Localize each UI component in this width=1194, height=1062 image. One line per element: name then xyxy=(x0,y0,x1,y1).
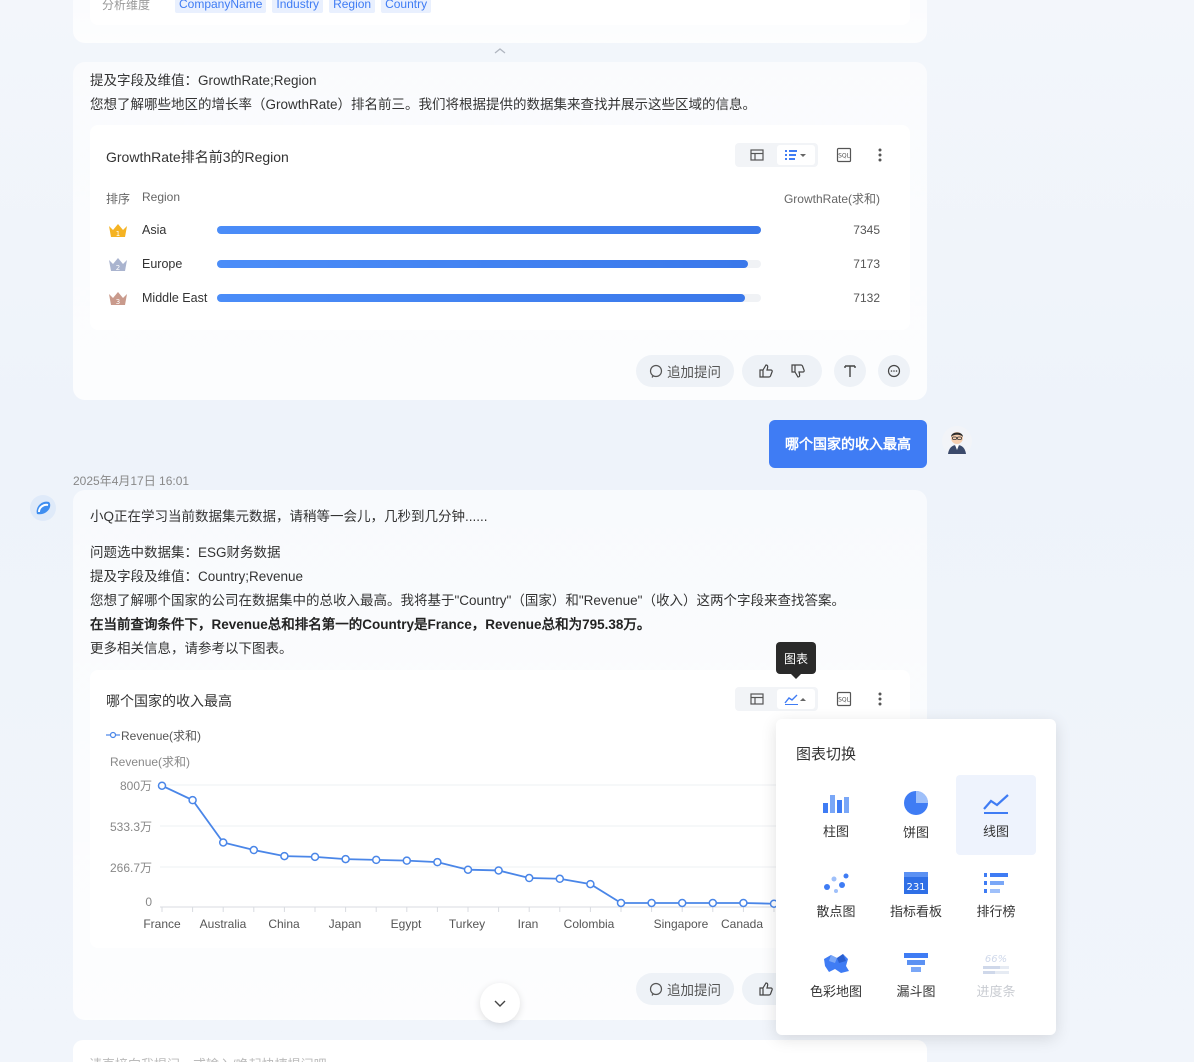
progress-icon: 66% xyxy=(983,954,1009,974)
data-point[interactable] xyxy=(616,898,626,908)
data-point[interactable] xyxy=(677,898,687,908)
data-point[interactable] xyxy=(188,795,197,805)
data-point[interactable] xyxy=(739,898,748,908)
data-point[interactable] xyxy=(586,879,595,889)
option-label: 线图 xyxy=(982,823,1009,839)
metric-board-icon: 231 xyxy=(904,871,928,894)
data-point[interactable] xyxy=(310,852,320,862)
data-point[interactable] xyxy=(555,874,565,884)
x-tick: China xyxy=(268,917,300,931)
bar-chart-option[interactable]: 柱图 xyxy=(796,775,876,855)
x-tick: Singapore xyxy=(653,917,709,931)
option-label: 色彩地图 xyxy=(809,983,862,999)
line-chart-icon xyxy=(983,793,1009,814)
data-point[interactable] xyxy=(463,865,473,874)
followup-button[interactable]: 追加提问 xyxy=(636,973,734,1005)
chat-bubble-icon xyxy=(649,982,663,996)
data-point[interactable] xyxy=(341,854,350,864)
chart-switch-popover: 图表切换 柱图 饼图 线图 散点图 231 指标看板 排行榜 色彩地图 漏斗图 … xyxy=(776,719,1056,1035)
x-tick: Turkey xyxy=(448,917,486,931)
data-point[interactable] xyxy=(249,845,259,855)
chevron-down-icon xyxy=(494,1000,506,1007)
scatter-chart-option[interactable]: 散点图 xyxy=(796,855,876,935)
ranking-option[interactable]: 排行榜 xyxy=(956,855,1036,935)
option-label: 饼图 xyxy=(902,824,929,840)
funnel-chart-option[interactable]: 漏斗图 xyxy=(876,935,956,1015)
x-tick: Canada xyxy=(720,917,764,931)
option-label: 漏斗图 xyxy=(896,983,936,999)
data-point[interactable] xyxy=(280,851,289,861)
x-tick: Iran xyxy=(517,917,539,931)
data-point[interactable] xyxy=(157,781,167,790)
scatter-chart-icon xyxy=(824,873,849,893)
funnel-chart-icon xyxy=(904,952,928,972)
question-input[interactable]: 请直接向我提问，或输入/唤起快捷提问吧 xyxy=(73,1040,927,1062)
data-point[interactable] xyxy=(402,856,412,865)
option-label: 指标看板 xyxy=(889,903,942,919)
data-point[interactable] xyxy=(494,866,503,875)
popover-title: 图表切换 xyxy=(796,746,857,763)
option-label: 排行榜 xyxy=(976,903,1016,919)
data-point[interactable] xyxy=(218,838,228,847)
metric-badge: 231 xyxy=(906,882,925,893)
progress-option: 66% 进度条 xyxy=(956,935,1036,1015)
thumbs-up-icon[interactable] xyxy=(758,981,774,997)
x-tick: Egypt xyxy=(390,917,422,931)
progress-badge: 66% xyxy=(985,954,1007,965)
option-label: 散点图 xyxy=(816,903,856,919)
pie-chart-option[interactable]: 饼图 xyxy=(876,775,956,855)
scroll-down-button[interactable] xyxy=(480,983,520,1023)
color-map-icon xyxy=(824,953,849,973)
data-point[interactable] xyxy=(433,857,442,867)
followup-label: 追加提问 xyxy=(667,983,721,998)
metric-board-option[interactable]: 231 指标看板 xyxy=(876,855,956,935)
bar-chart-icon xyxy=(823,794,849,813)
x-tick: Japan xyxy=(328,917,362,931)
option-label: 柱图 xyxy=(822,823,849,839)
series-line xyxy=(161,784,775,905)
line-chart-option[interactable]: 线图 xyxy=(956,775,1036,855)
data-point[interactable] xyxy=(371,855,381,865)
pie-chart-icon xyxy=(904,790,928,815)
data-point[interactable] xyxy=(708,898,718,908)
input-placeholder: 请直接向我提问，或输入/唤起快捷提问吧 xyxy=(89,1054,327,1062)
data-point[interactable] xyxy=(524,873,534,883)
data-point[interactable] xyxy=(647,898,656,908)
option-label: 进度条 xyxy=(976,983,1016,999)
x-tick: Australia xyxy=(199,917,247,931)
x-tick: Colombia xyxy=(563,917,615,931)
ranking-icon xyxy=(984,872,1008,893)
color-map-option[interactable]: 色彩地图 xyxy=(796,935,876,1015)
x-tick: France xyxy=(143,917,181,931)
